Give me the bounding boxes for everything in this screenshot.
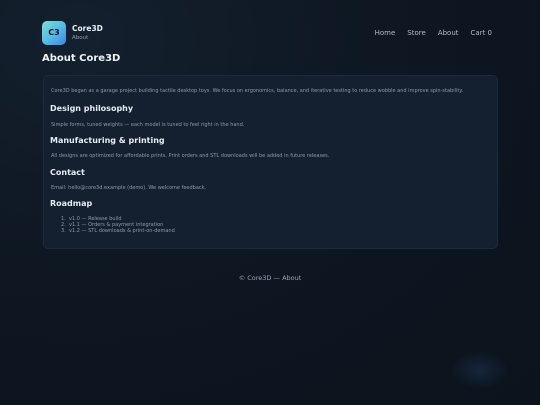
nav-cart-link[interactable]: Cart 0 [471,29,492,37]
site-footer: © Core3D — About [0,274,540,282]
manufacturing-heading: Manufacturing & printing [50,136,165,145]
design-heading: Design philosophy [50,104,134,113]
manufacturing-text: All designs are optimized for affordable… [51,153,330,159]
footer-text: © Core3D — About [238,274,302,282]
roadmap-item: 3. v1.2 — STL downloads & print-on-demand [61,228,175,234]
nav-home-link[interactable]: Home [375,29,396,37]
brand-subtitle: About [72,34,89,41]
roadmap-heading: Roadmap [50,199,93,208]
nav-about-link[interactable]: About [438,29,459,37]
site-header: C3 Core3D About Home Store About Cart 0 [42,19,498,46]
brand-text: Core3D About [72,24,103,42]
page-title: About Core3D [42,53,121,64]
background-glow [450,350,510,390]
brand[interactable]: C3 Core3D About [42,20,103,45]
contact-heading: Contact [50,168,85,177]
nav-store-link[interactable]: Store [407,29,426,37]
about-card: Core3D began as a garage project buildin… [43,75,498,249]
design-text: Simple forms, tuned weights — each model… [51,122,245,128]
brand-name: Core3D [72,23,103,33]
roadmap-item-text: v1.2 — STL downloads & print-on-demand [69,228,175,234]
roadmap-list: 1. v1.0 — Release build 2. v1.1 — Orders &… [61,216,175,234]
brand-logo[interactable]: C3 [42,20,66,45]
intro-text: Core3D began as a garage project buildin… [51,88,464,94]
logo-text: C3 [48,28,60,37]
main-nav: Home Store About Cart 0 [375,29,498,37]
contact-text: Email: hello@core3d.example (demo). We w… [51,185,207,191]
roadmap-item-number: 3. [61,228,66,234]
